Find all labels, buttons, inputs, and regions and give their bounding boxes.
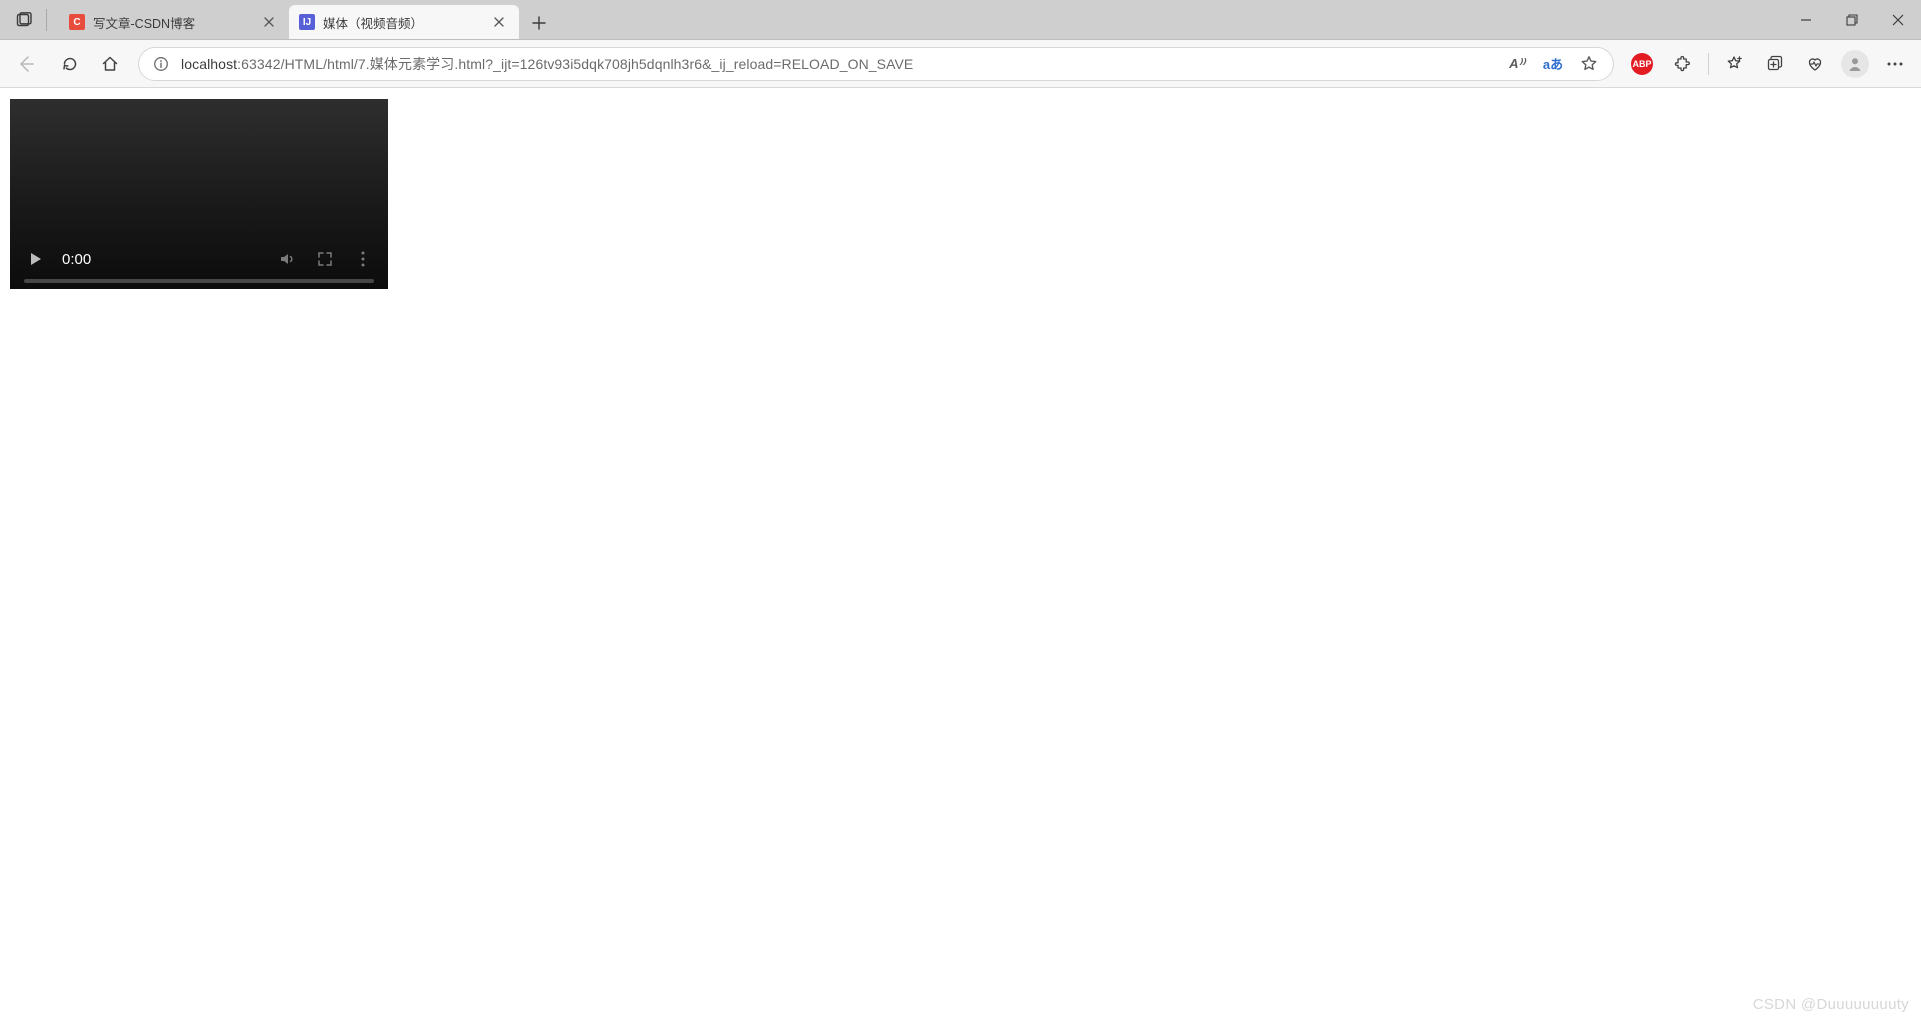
titlebar-divider xyxy=(46,9,47,31)
fullscreen-button[interactable] xyxy=(314,248,336,270)
close-icon xyxy=(1892,14,1904,26)
close-icon xyxy=(494,17,504,27)
favicon-intellij-icon: IJ xyxy=(299,14,315,30)
tab-title: 写文章-CSDN博客 xyxy=(93,13,251,32)
abp-icon: ABP xyxy=(1631,53,1653,75)
more-vertical-icon xyxy=(361,251,365,267)
star-icon xyxy=(1580,55,1598,73)
video-player[interactable]: 0:00 xyxy=(10,99,388,289)
back-button[interactable] xyxy=(8,46,44,82)
close-window-button[interactable] xyxy=(1875,0,1921,40)
maximize-icon xyxy=(1846,14,1858,26)
avatar-icon xyxy=(1841,50,1869,78)
video-controls-row: 0:00 xyxy=(24,241,374,277)
video-more-button[interactable] xyxy=(352,248,374,270)
minimize-icon xyxy=(1800,14,1812,26)
tab-actions-icon xyxy=(16,12,32,28)
video-time: 0:00 xyxy=(62,251,91,268)
performance-button[interactable] xyxy=(1797,46,1833,82)
address-bar[interactable]: localhost:63342/HTML/html/7.媒体元素学习.html?… xyxy=(138,47,1614,81)
heart-pulse-icon xyxy=(1806,55,1824,73)
home-button[interactable] xyxy=(92,46,128,82)
url-rest: :63342/HTML/html/7.媒体元素学习.html?_ijt=126t… xyxy=(237,56,913,72)
refresh-icon xyxy=(61,55,79,73)
new-tab-button[interactable] xyxy=(523,7,555,39)
more-button[interactable] xyxy=(1877,46,1913,82)
url-host: localhost xyxy=(181,56,237,72)
browser-toolbar: localhost:63342/HTML/html/7.媒体元素学习.html?… xyxy=(0,40,1921,88)
profile-button[interactable] xyxy=(1837,46,1873,82)
favicon-csdn-icon: C xyxy=(69,14,85,30)
mute-button[interactable] xyxy=(276,248,298,270)
close-icon xyxy=(264,17,274,27)
collections-icon xyxy=(1766,55,1784,73)
fullscreen-icon xyxy=(317,251,333,267)
tabs: C 写文章-CSDN博客 IJ 媒体（视频音频） xyxy=(59,0,555,39)
collections-button[interactable] xyxy=(1757,46,1793,82)
plus-icon xyxy=(532,16,546,30)
abp-extension-button[interactable]: ABP xyxy=(1624,46,1660,82)
address-actions: A⁾⁾ aあ xyxy=(1503,50,1603,78)
url-text: localhost:63342/HTML/html/7.媒体元素学习.html?… xyxy=(181,54,1493,74)
maximize-button[interactable] xyxy=(1829,0,1875,40)
arrow-left-icon xyxy=(17,55,35,73)
toolbar-separator xyxy=(1708,53,1709,75)
titlebar-left xyxy=(0,0,59,39)
volume-icon xyxy=(278,250,296,268)
more-horizontal-icon xyxy=(1886,62,1904,66)
extensions-button[interactable] xyxy=(1664,46,1700,82)
puzzle-icon xyxy=(1673,55,1691,73)
star-plus-icon xyxy=(1726,55,1744,73)
favorites-button[interactable] xyxy=(1717,46,1753,82)
minimize-button[interactable] xyxy=(1783,0,1829,40)
home-icon xyxy=(101,55,119,73)
refresh-button[interactable] xyxy=(52,46,88,82)
play-button[interactable] xyxy=(24,248,46,270)
browser-titlebar: C 写文章-CSDN博客 IJ 媒体（视频音频） xyxy=(0,0,1921,40)
video-progress[interactable] xyxy=(24,279,374,283)
video-controls: 0:00 xyxy=(10,241,388,283)
read-aloud-button[interactable]: A⁾⁾ xyxy=(1503,50,1531,78)
tab-close-button[interactable] xyxy=(489,12,509,32)
tab-media[interactable]: IJ 媒体（视频音频） xyxy=(289,5,519,39)
tab-actions-button[interactable] xyxy=(8,4,40,36)
play-icon xyxy=(27,251,43,267)
translate-button[interactable]: aあ xyxy=(1539,50,1567,78)
tab-csdn[interactable]: C 写文章-CSDN博客 xyxy=(59,5,289,39)
site-info-button[interactable] xyxy=(151,54,171,74)
watermark: CSDN @Duuuuuuuuty xyxy=(1753,996,1909,1013)
tab-close-button[interactable] xyxy=(259,12,279,32)
info-icon xyxy=(153,56,169,72)
window-controls xyxy=(1783,0,1921,39)
tab-title: 媒体（视频音频） xyxy=(323,13,481,32)
page-content: 0:00 CSDN @Duuuuuuuuty xyxy=(0,89,1921,1021)
titlebar-spacer xyxy=(555,0,1783,39)
favorite-button[interactable] xyxy=(1575,50,1603,78)
